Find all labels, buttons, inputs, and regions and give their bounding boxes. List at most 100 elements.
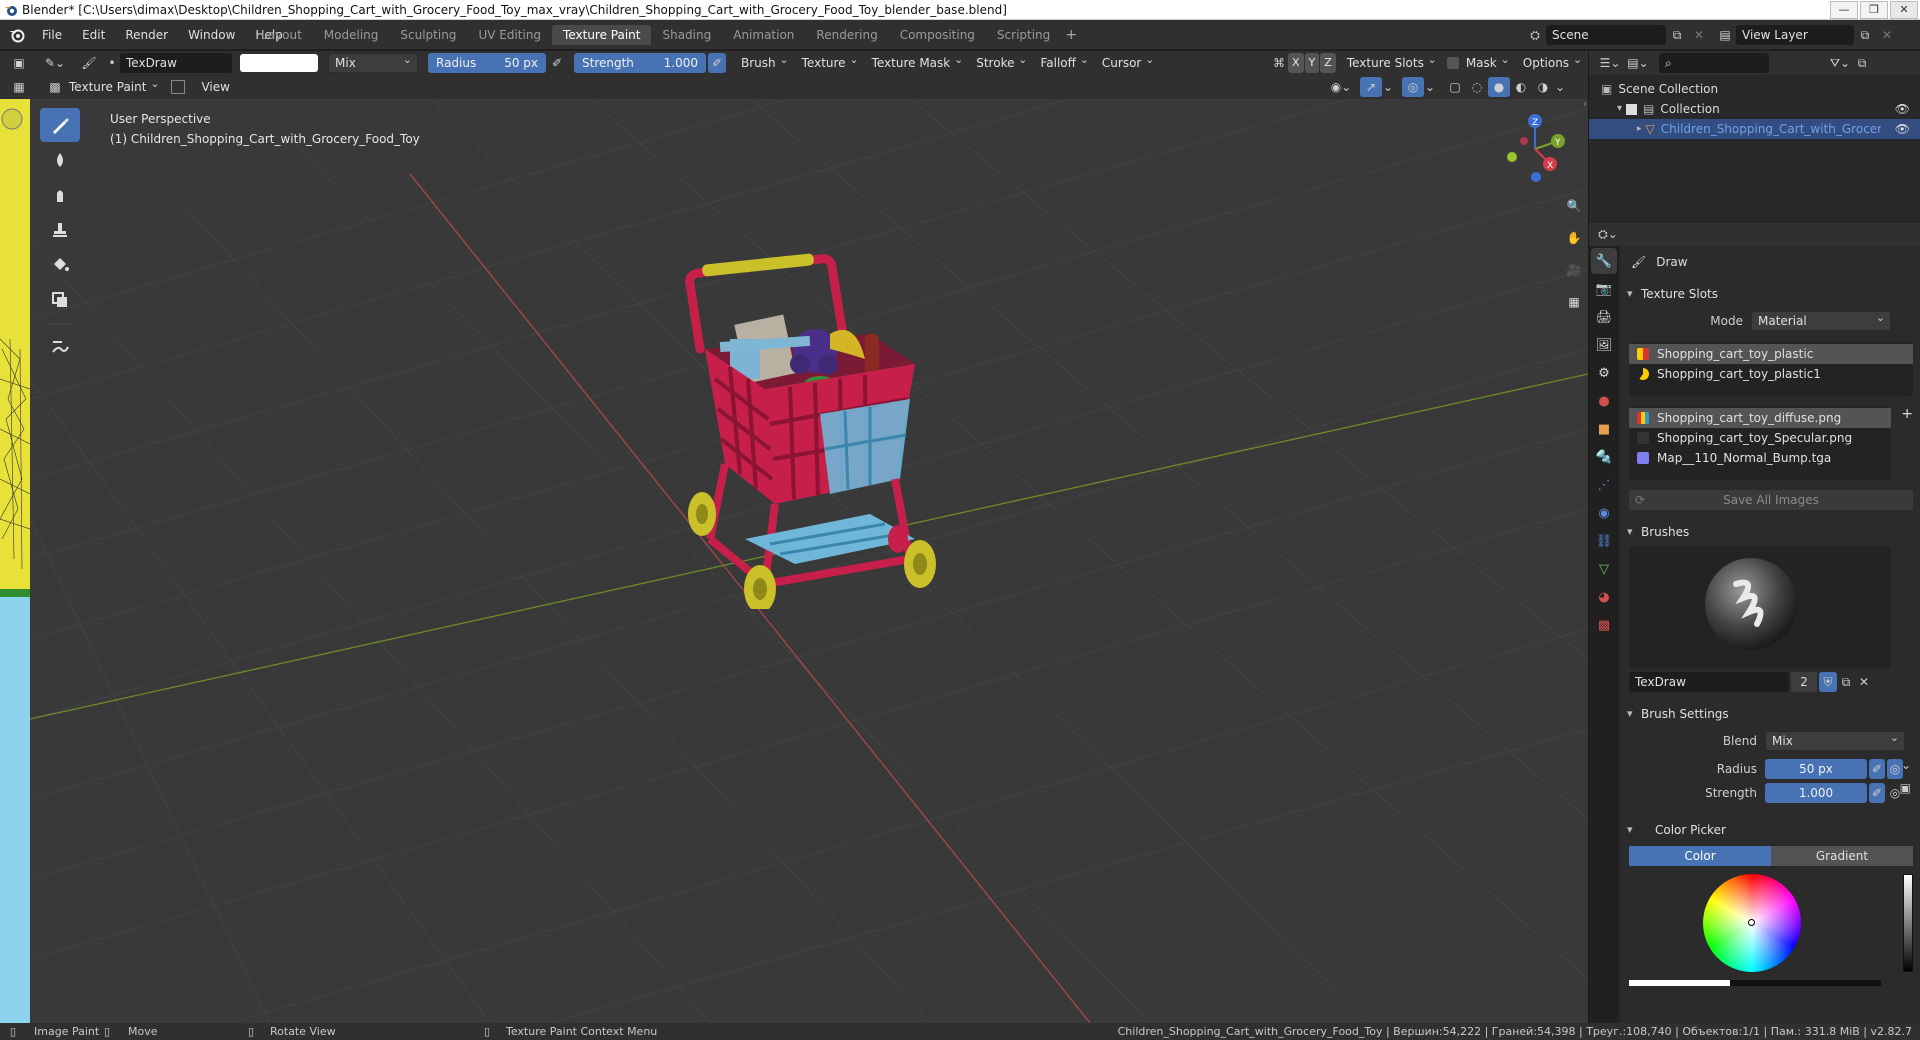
- unlink-brush-icon[interactable]: ✕: [1855, 672, 1873, 692]
- delete-scene-icon[interactable]: ✕: [1688, 25, 1710, 45]
- brush-users-count[interactable]: 2: [1791, 672, 1817, 692]
- clone-tool[interactable]: [40, 213, 80, 247]
- outliner-row-collection[interactable]: ▾ ▤ Collection 👁: [1589, 99, 1920, 119]
- texture-slots-popover[interactable]: Texture Slots: [1340, 51, 1443, 73]
- visibility-icon[interactable]: ◉⌄: [1330, 77, 1352, 97]
- menu-render[interactable]: Render: [115, 28, 178, 42]
- strength-prop-slider[interactable]: 1.000: [1765, 783, 1867, 803]
- fill-tool[interactable]: [40, 248, 80, 282]
- tab-animation[interactable]: Animation: [722, 25, 805, 45]
- tab-texture-icon[interactable]: ▩: [1591, 612, 1617, 638]
- tab-render-icon[interactable]: 📷: [1591, 276, 1617, 302]
- brushes-panel-header[interactable]: Brushes: [1621, 520, 1920, 544]
- tab-modifiers-icon[interactable]: 🔩: [1591, 444, 1617, 470]
- tab-color[interactable]: Color: [1629, 846, 1771, 866]
- outliner-search-input[interactable]: ⌕: [1659, 53, 1769, 73]
- strength-pressure-toggle-icon[interactable]: ✐: [1869, 783, 1885, 803]
- view-layer-icon[interactable]: ▤: [1714, 25, 1736, 45]
- filter-icon[interactable]: ⛛⌄: [1829, 53, 1851, 73]
- color-wheel-cursor[interactable]: [1748, 919, 1755, 926]
- tab-compositing[interactable]: Compositing: [889, 25, 986, 45]
- view-menu[interactable]: View: [201, 80, 229, 94]
- duplicate-brush-icon[interactable]: ⧉: [1837, 672, 1855, 692]
- stroke-menu[interactable]: Stroke: [969, 51, 1033, 73]
- outliner-editor-icon[interactable]: ☰⌄: [1599, 53, 1621, 73]
- material-slot-row[interactable]: Shopping_cart_toy_plastic1: [1629, 364, 1913, 384]
- blender-logo-icon[interactable]: [8, 27, 26, 43]
- object-expand-icon[interactable]: ▸: [1637, 119, 1642, 139]
- view-layer-field[interactable]: View Layer: [1736, 25, 1854, 45]
- tab-particles-icon[interactable]: ⋰: [1591, 472, 1617, 498]
- collection-visibility-icon[interactable]: 👁: [1895, 99, 1910, 119]
- brush-list-dropdown-icon[interactable]: ⌄: [1901, 758, 1911, 772]
- blend-mode-dropdown[interactable]: Mix: [1765, 729, 1905, 751]
- radius-pressure-icon[interactable]: ✐: [546, 53, 568, 73]
- radius-slider[interactable]: Radius 50 px: [428, 53, 546, 73]
- menu-file[interactable]: File: [32, 28, 72, 42]
- mask-popover[interactable]: Mask: [1459, 51, 1516, 73]
- gizmo-toggle-icon[interactable]: ↗: [1360, 77, 1382, 97]
- smear-tool[interactable]: [40, 178, 80, 212]
- falloff-menu[interactable]: Falloff: [1033, 51, 1094, 73]
- menu-edit[interactable]: Edit: [72, 28, 115, 42]
- save-all-images-button[interactable]: ⟳ Save All Images: [1629, 490, 1913, 510]
- shading-material-icon[interactable]: ◐: [1510, 77, 1532, 97]
- camera-view-icon[interactable]: 🎥: [1562, 258, 1586, 282]
- tab-physics-icon[interactable]: ◉: [1591, 500, 1617, 526]
- tab-uv-editing[interactable]: UV Editing: [467, 25, 552, 45]
- mirror-z-toggle[interactable]: Z: [1320, 53, 1336, 73]
- cursor-menu[interactable]: Cursor: [1095, 51, 1160, 73]
- tab-data-icon[interactable]: ▽: [1591, 556, 1617, 582]
- ortho-grid-icon[interactable]: ▦: [1562, 290, 1586, 314]
- minimize-button[interactable]: —: [1830, 1, 1858, 19]
- brush-image-icon[interactable]: ▣: [1900, 781, 1911, 795]
- color-hex-preview[interactable]: [1629, 980, 1881, 986]
- menu-window[interactable]: Window: [178, 28, 245, 42]
- overlays-dropdown-icon[interactable]: ⌄: [1424, 77, 1436, 97]
- tab-gradient[interactable]: Gradient: [1771, 846, 1913, 866]
- brush-icon[interactable]: 🖌: [78, 53, 100, 73]
- tab-world-icon[interactable]: ●: [1591, 388, 1617, 414]
- tab-modeling[interactable]: Modeling: [313, 25, 390, 45]
- texture-slots-panel-header[interactable]: Texture Slots: [1621, 282, 1920, 306]
- pan-hand-icon[interactable]: ✋: [1562, 226, 1586, 250]
- expand-arrow-icon[interactable]: ▾: [1617, 99, 1622, 119]
- properties-editor-icon[interactable]: ⛭⌄: [1597, 224, 1619, 244]
- maximize-button[interactable]: ❐: [1860, 1, 1888, 19]
- outliner-row-scene-collection[interactable]: ▣ Scene Collection: [1589, 79, 1920, 99]
- scene-name-field[interactable]: Scene: [1546, 25, 1666, 45]
- region-toggle-icon[interactable]: ‹: [1583, 99, 1587, 110]
- texture-mode-dropdown[interactable]: Material: [1751, 309, 1891, 331]
- brush-pin-icon[interactable]: •: [104, 53, 120, 73]
- tab-texture-paint[interactable]: Texture Paint: [552, 25, 652, 45]
- tab-scene-icon[interactable]: ⚙: [1591, 360, 1617, 386]
- object-visibility-icon[interactable]: 👁: [1895, 119, 1910, 139]
- annotate-tool[interactable]: [40, 330, 80, 364]
- uv-editor-type-icon[interactable]: ▦: [8, 77, 30, 97]
- display-mode-icon[interactable]: ▤⌄: [1627, 53, 1649, 73]
- texture-menu[interactable]: Texture: [795, 51, 865, 73]
- tab-object-icon[interactable]: ■: [1591, 416, 1617, 442]
- shopping-cart-model[interactable]: [670, 239, 990, 609]
- navigation-gizmo[interactable]: Z Y X: [1490, 109, 1580, 189]
- uv-editor-strip[interactable]: [0, 99, 31, 1023]
- tab-output-icon[interactable]: 🖨: [1591, 304, 1617, 330]
- mask-checkbox[interactable]: [1446, 57, 1459, 69]
- shading-rendered-icon[interactable]: ◑: [1532, 77, 1554, 97]
- tab-constraints-icon[interactable]: ⛓: [1591, 528, 1617, 554]
- slot-toggle-icon[interactable]: [171, 80, 186, 94]
- tab-view-layer-icon[interactable]: 🖼: [1591, 332, 1617, 358]
- shading-solid-icon[interactable]: ●: [1488, 77, 1510, 97]
- tab-scripting[interactable]: Scripting: [986, 25, 1061, 45]
- tab-rendering[interactable]: Rendering: [805, 25, 888, 45]
- color-picker-panel-header[interactable]: Color Picker: [1621, 818, 1920, 842]
- tab-shading[interactable]: Shading: [651, 25, 722, 45]
- radius-pressure-toggle-icon[interactable]: ✐: [1869, 759, 1885, 779]
- overlays-toggle-icon[interactable]: ◎: [1402, 77, 1424, 97]
- radius-prop-slider[interactable]: 50 px: [1765, 759, 1867, 779]
- strength-slider[interactable]: Strength 1.000: [574, 53, 706, 73]
- brush-datablock-field[interactable]: TexDraw: [1629, 672, 1789, 692]
- mirror-x-toggle[interactable]: X: [1288, 53, 1304, 73]
- mode-dropdown[interactable]: Texture Paint: [66, 75, 165, 97]
- draw-tool[interactable]: [40, 108, 80, 142]
